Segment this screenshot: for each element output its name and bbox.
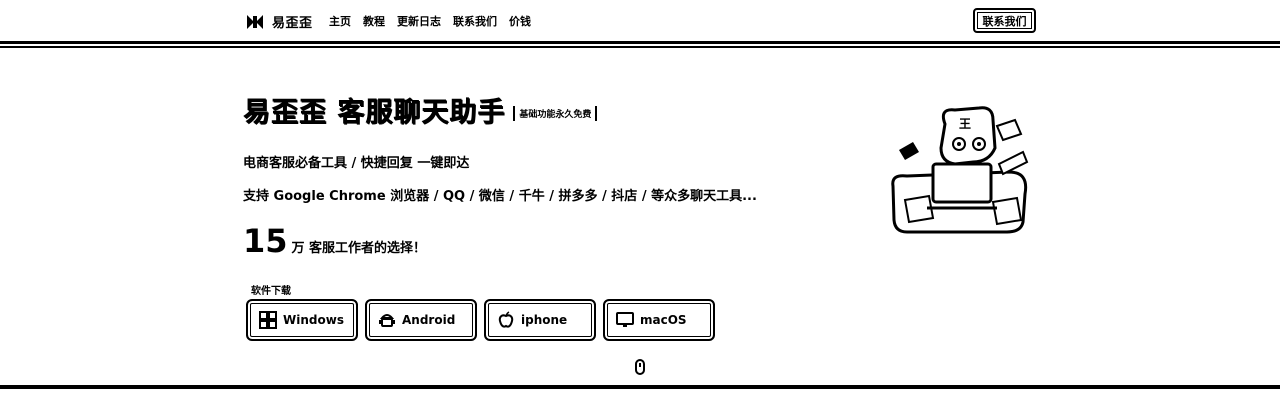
contact-us-button[interactable]: 联系我们 — [973, 8, 1036, 33]
header-divider — [0, 41, 1280, 48]
apple-icon — [498, 311, 514, 328]
download-windows-button[interactable]: Windows — [246, 299, 358, 341]
nav-home[interactable]: 主页 — [329, 13, 351, 29]
hero-tagline-2: 支持 Google Chrome 浏览器 / QQ / 微信 / 千牛 / 拼多… — [243, 189, 757, 204]
download-windows-label: Windows — [283, 313, 344, 327]
user-count-stat: 15 万 客服工作者的选择！ — [243, 222, 426, 260]
macos-icon — [616, 312, 634, 327]
brand-logo-icon — [247, 14, 263, 29]
user-count-number: 15 — [243, 222, 288, 260]
footer-divider — [0, 385, 1280, 389]
scroll-down-icon[interactable] — [633, 359, 647, 377]
hero-title-row: 易歪歪 客服聊天助手 基础功能永久免费 — [243, 90, 598, 129]
nav-pricing[interactable]: 价钱 — [509, 13, 531, 29]
download-macos-label: macOS — [640, 313, 687, 327]
android-icon — [379, 314, 395, 327]
nav-contact[interactable]: 联系我们 — [453, 13, 497, 29]
download-macos-button[interactable]: macOS — [603, 299, 715, 341]
tiger-mascot-illustration: 王 — [891, 106, 1029, 234]
windows-icon — [259, 311, 277, 329]
nav-tutorial[interactable]: 教程 — [363, 13, 385, 29]
top-navigation: 易歪歪 主页 教程 更新日志 联系我们 价钱 联系我们 — [0, 0, 1280, 44]
hero-tagline-1: 电商客服必备工具 / 快捷回复 一键即达 — [243, 156, 470, 171]
brand[interactable]: 易歪歪 — [246, 12, 313, 31]
download-iphone-label: iphone — [521, 313, 568, 327]
download-label: 软件下载 — [251, 286, 291, 297]
page: 易歪歪 主页 教程 更新日志 联系我们 价钱 联系我们 易歪歪 客服聊天助手 基… — [0, 0, 1280, 403]
download-iphone-button[interactable]: iphone — [484, 299, 596, 341]
nav-changelog[interactable]: 更新日志 — [397, 13, 441, 29]
free-badge: 基础功能永久免费 — [513, 106, 598, 121]
main-nav: 主页 教程 更新日志 联系我们 价钱 — [329, 13, 531, 29]
hero-title: 易歪歪 客服聊天助手 — [243, 97, 506, 128]
download-android-button[interactable]: Android — [365, 299, 477, 341]
download-buttons: Windows Android iphone macOS — [246, 299, 715, 341]
user-count-text: 万 客服工作者的选择！ — [291, 241, 427, 256]
brand-name: 易歪歪 — [272, 16, 313, 31]
download-android-label: Android — [402, 313, 456, 327]
svg-text:王: 王 — [959, 117, 971, 131]
